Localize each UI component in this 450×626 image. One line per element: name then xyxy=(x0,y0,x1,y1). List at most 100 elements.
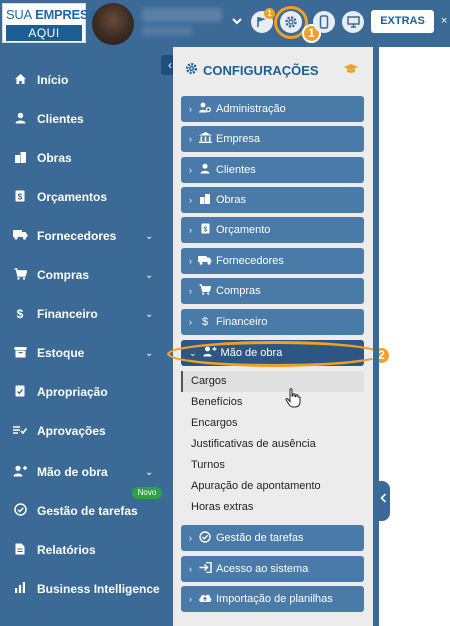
sidebar-item-relatorios[interactable]: Relatórios xyxy=(0,531,173,569)
user-menu-chevron-icon[interactable] xyxy=(232,14,242,28)
chevron-right-icon: › xyxy=(189,317,192,327)
logo-line1: SUA EMPRESA xyxy=(6,7,98,22)
chevron-right-icon: › xyxy=(189,134,192,144)
truck-icon xyxy=(198,255,212,268)
panel-divider xyxy=(373,47,379,626)
config-item-gestao-de-tarefas[interactable]: › Gestão de tarefas xyxy=(181,525,364,551)
sidebar-item-label: Aprovações xyxy=(37,424,106,438)
sidebar-item-estoque[interactable]: Estoque ⌄ xyxy=(0,334,173,372)
gear-icon xyxy=(185,62,198,78)
dollar-doc-icon: $ xyxy=(12,190,28,205)
sidebar-item-label: Financeiro xyxy=(37,307,98,321)
sidebar-item-inicio[interactable]: Início xyxy=(0,61,173,99)
sidebar-item-compras[interactable]: Compras ⌄ xyxy=(0,256,173,294)
chevron-down-icon: ⌄ xyxy=(145,347,154,359)
config-item-label: Gestão de tarefas xyxy=(216,532,304,544)
company-logo[interactable]: SUA EMPRESA AQUI xyxy=(2,3,98,43)
chevron-right-icon: › xyxy=(189,286,192,296)
user-subtitle-blurred xyxy=(142,26,192,36)
submenu-item-beneficios[interactable]: Benefícios xyxy=(181,392,364,413)
sidebar-item-apropriacao[interactable]: Apropriação xyxy=(0,373,173,411)
buildings-icon xyxy=(198,193,212,207)
sidebar-item-clientes[interactable]: Clientes xyxy=(0,100,173,138)
dollar-doc-icon: $ xyxy=(198,223,212,237)
close-icon[interactable]: × xyxy=(441,15,447,27)
report-icon xyxy=(12,543,28,558)
home-icon xyxy=(12,73,28,88)
bar-chart-icon xyxy=(12,582,28,596)
config-item-compras[interactable]: › Compras xyxy=(181,278,364,304)
sidebar-item-business-intelligence[interactable]: Business Intelligence xyxy=(0,570,173,608)
phone-icon xyxy=(319,15,329,29)
approve-list-icon xyxy=(12,424,28,438)
config-item-empresa[interactable]: › Empresa xyxy=(181,126,364,152)
mao-de-obra-highlight-ring xyxy=(167,341,383,367)
chevron-right-icon: › xyxy=(189,225,192,235)
chevron-left-icon xyxy=(380,493,387,503)
sidebar-item-label: Business Intelligence xyxy=(37,582,160,596)
sidebar-item-aprovacoes[interactable]: Aprovações xyxy=(0,412,173,450)
sidebar-item-label: Orçamentos xyxy=(37,190,108,204)
submenu-item-apuracao[interactable]: Apuração de apontamento xyxy=(181,476,364,497)
config-item-fornecedores[interactable]: › Fornecedores xyxy=(181,248,364,274)
config-item-orcamento[interactable]: › $ Orçamento xyxy=(181,217,364,243)
config-item-financeiro[interactable]: › $ Financeiro xyxy=(181,309,364,335)
chevron-right-icon: › xyxy=(189,165,192,175)
config-item-label: Clientes xyxy=(216,164,256,176)
chevron-down-icon: ⌄ xyxy=(145,269,154,281)
sidebar-item-label: Gestão de tarefas xyxy=(37,504,138,518)
top-bar: SUA EMPRESA AQUI 1 1 EXTRAS × xyxy=(0,0,450,47)
notification-count-badge: 1 xyxy=(264,8,275,19)
mao-de-obra-submenu: Cargos Benefícios Encargos Justificativa… xyxy=(181,371,364,518)
user-avatar[interactable] xyxy=(92,3,134,45)
settings-title: CONFIGURAÇÕES xyxy=(185,62,319,78)
logo-word-sua: SUA xyxy=(6,7,32,22)
submenu-item-cargos[interactable]: Cargos xyxy=(181,371,364,392)
chevron-right-icon: › xyxy=(189,195,192,205)
sidebar-item-label: Estoque xyxy=(37,346,85,360)
config-item-label: Obras xyxy=(216,194,246,206)
check-circle-icon xyxy=(12,503,28,519)
sidebar-item-obras[interactable]: Obras xyxy=(0,139,173,177)
config-item-label: Importação de planilhas xyxy=(216,593,333,605)
chevron-down-icon: ⌄ xyxy=(145,308,154,320)
logo-line2: AQUI xyxy=(6,25,82,41)
config-item-clientes[interactable]: › Clientes xyxy=(181,157,364,183)
buildings-icon xyxy=(12,151,28,166)
config-item-label: Fornecedores xyxy=(216,255,284,267)
extras-button[interactable]: EXTRAS xyxy=(371,10,434,33)
expand-panel-button[interactable] xyxy=(377,481,390,521)
desktop-button[interactable] xyxy=(342,11,364,33)
config-item-acesso-ao-sistema[interactable]: › Acesso ao sistema xyxy=(181,556,364,582)
sidebar-item-mao-de-obra[interactable]: Mão de obra ⌄ xyxy=(0,453,173,491)
sidebar-item-orcamentos[interactable]: $ Orçamentos xyxy=(0,178,173,216)
config-item-importacao-de-planilhas[interactable]: › Importação de planilhas xyxy=(181,586,364,612)
sidebar-item-label: Início xyxy=(37,73,69,87)
sidebar-item-financeiro[interactable]: $ Financeiro ⌄ xyxy=(0,295,173,333)
hand-cursor-icon xyxy=(285,388,301,413)
cart-icon xyxy=(12,267,28,283)
cart-icon xyxy=(198,284,212,298)
svg-text:$: $ xyxy=(203,227,207,234)
settings-title-text: CONFIGURAÇÕES xyxy=(203,62,319,78)
submenu-item-encargos[interactable]: Encargos xyxy=(181,413,364,434)
config-item-administracao[interactable]: › Administração xyxy=(181,96,364,122)
bank-icon xyxy=(198,132,212,146)
config-item-obras[interactable]: › Obras xyxy=(181,187,364,213)
sidebar-item-label: Relatórios xyxy=(37,543,96,557)
config-item-label: Empresa xyxy=(216,133,261,145)
config-item-label: Administração xyxy=(216,103,286,115)
submenu-item-justificativas[interactable]: Justificativas de ausência xyxy=(181,434,364,455)
submenu-item-horas-extras[interactable]: Horas extras xyxy=(181,497,364,518)
sidebar-item-label: Fornecedores xyxy=(37,229,117,243)
truck-icon xyxy=(12,229,28,243)
user-name-blurred xyxy=(142,8,222,22)
sidebar-item-label: Clientes xyxy=(37,112,84,126)
dollar-icon: $ xyxy=(16,307,24,321)
config-item-label: Financeiro xyxy=(216,316,268,328)
submenu-item-turnos[interactable]: Turnos xyxy=(181,455,364,476)
sidebar-item-fornecedores[interactable]: Fornecedores ⌄ xyxy=(0,217,173,255)
graduation-cap-icon[interactable] xyxy=(344,62,358,77)
user-icon xyxy=(12,112,28,127)
mobile-app-button[interactable] xyxy=(313,11,335,33)
